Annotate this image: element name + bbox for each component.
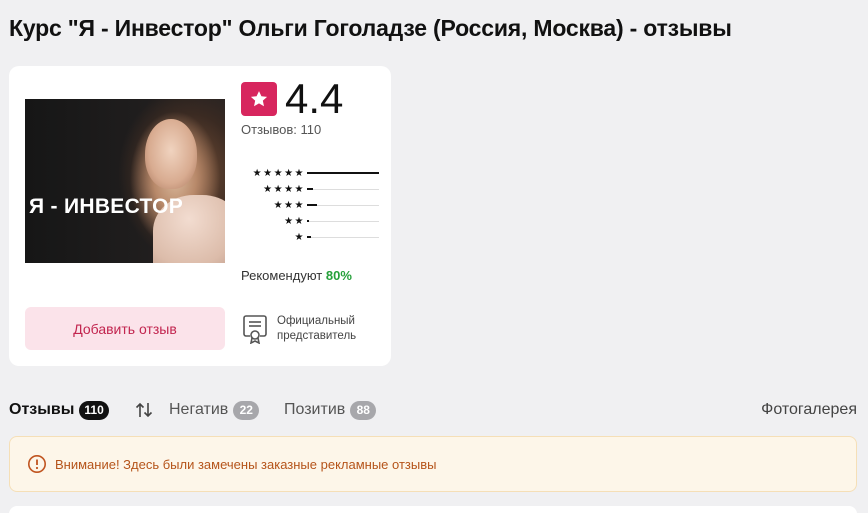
- recommend-line: Рекомендуют 80%: [241, 268, 352, 283]
- rating-row-2[interactable]: ★★: [237, 214, 383, 230]
- add-review-button[interactable]: Добавить отзыв: [25, 307, 225, 350]
- photo-gallery-link[interactable]: Фотогалерея: [761, 398, 857, 422]
- rating-row-stars: ★★★: [273, 200, 305, 211]
- rating-row-4[interactable]: ★★★★: [237, 182, 383, 198]
- rating-row-bar: [307, 188, 313, 190]
- tab-negative[interactable]: Негатив 22: [169, 398, 260, 422]
- rating-row-stars: ★★: [284, 216, 305, 227]
- recommend-label: Рекомендуют: [241, 268, 323, 283]
- rating-row-stars: ★★★★: [263, 184, 305, 195]
- recommend-value: 80%: [325, 268, 352, 283]
- tab-label: Отзывы: [9, 401, 75, 418]
- rating-row-bar: [307, 236, 311, 238]
- tab-reviews[interactable]: Отзывы 110: [9, 398, 109, 422]
- warning-banner: Внимание! Здесь были замечены заказные р…: [9, 436, 857, 492]
- rating-row-5[interactable]: ★★★★★: [237, 166, 383, 182]
- official-label-line2: представитель: [277, 330, 357, 342]
- review-tabs: Отзывы 110 Негатив 22 Позитив 88 Фотогал…: [9, 398, 857, 422]
- reviews-count: Отзывов: 110: [241, 122, 322, 137]
- tab-label: Позитив: [284, 401, 346, 418]
- product-card: Я - ИНВЕСТОР 4.4 Отзывов: 110 ★★★★★ ★★★★…: [9, 66, 391, 366]
- rating-row-track: [307, 237, 379, 238]
- tab-positive[interactable]: Позитив 88: [284, 398, 377, 422]
- page-title: Курс "Я - Инвестор" Ольги Гоголадзе (Рос…: [9, 15, 732, 41]
- official-label-line1: Официальный: [277, 315, 355, 327]
- official-representative[interactable]: Официальный представитель: [241, 314, 377, 344]
- rating-distribution: ★★★★★ ★★★★ ★★★ ★★ ★: [237, 166, 383, 246]
- star-rating-icon: [241, 82, 277, 116]
- rating-value: 4.4: [285, 75, 344, 122]
- rating-row-bar: [307, 172, 379, 174]
- rating-row-bar: [307, 220, 309, 222]
- rating-row-track: [307, 189, 379, 190]
- warning-text: Внимание! Здесь были замечены заказные р…: [55, 456, 437, 472]
- tab-count-badge: 22: [233, 400, 260, 420]
- product-cover-image[interactable]: Я - ИНВЕСТОР: [25, 99, 225, 263]
- tab-label: Негатив: [169, 401, 229, 418]
- rating-row-track: [307, 221, 379, 222]
- certificate-icon: [243, 315, 267, 344]
- tab-count-badge: 110: [79, 400, 109, 420]
- rating-row-3[interactable]: ★★★: [237, 198, 383, 214]
- rating-row-1[interactable]: ★: [237, 230, 383, 246]
- tab-count-badge: 88: [350, 400, 377, 420]
- rating-row-stars: ★★★★★: [252, 168, 305, 179]
- cover-title: Я - ИНВЕСТОР: [29, 195, 184, 218]
- rating-row-track: [307, 205, 379, 206]
- rating-row-bar: [307, 204, 317, 206]
- cover-portrait-face: [145, 119, 197, 189]
- warning-icon: [28, 455, 46, 473]
- rating-row-stars: ★: [294, 232, 305, 243]
- next-review-card: [9, 506, 857, 513]
- sort-icon[interactable]: [134, 400, 154, 420]
- official-label: Официальный представитель: [277, 314, 377, 344]
